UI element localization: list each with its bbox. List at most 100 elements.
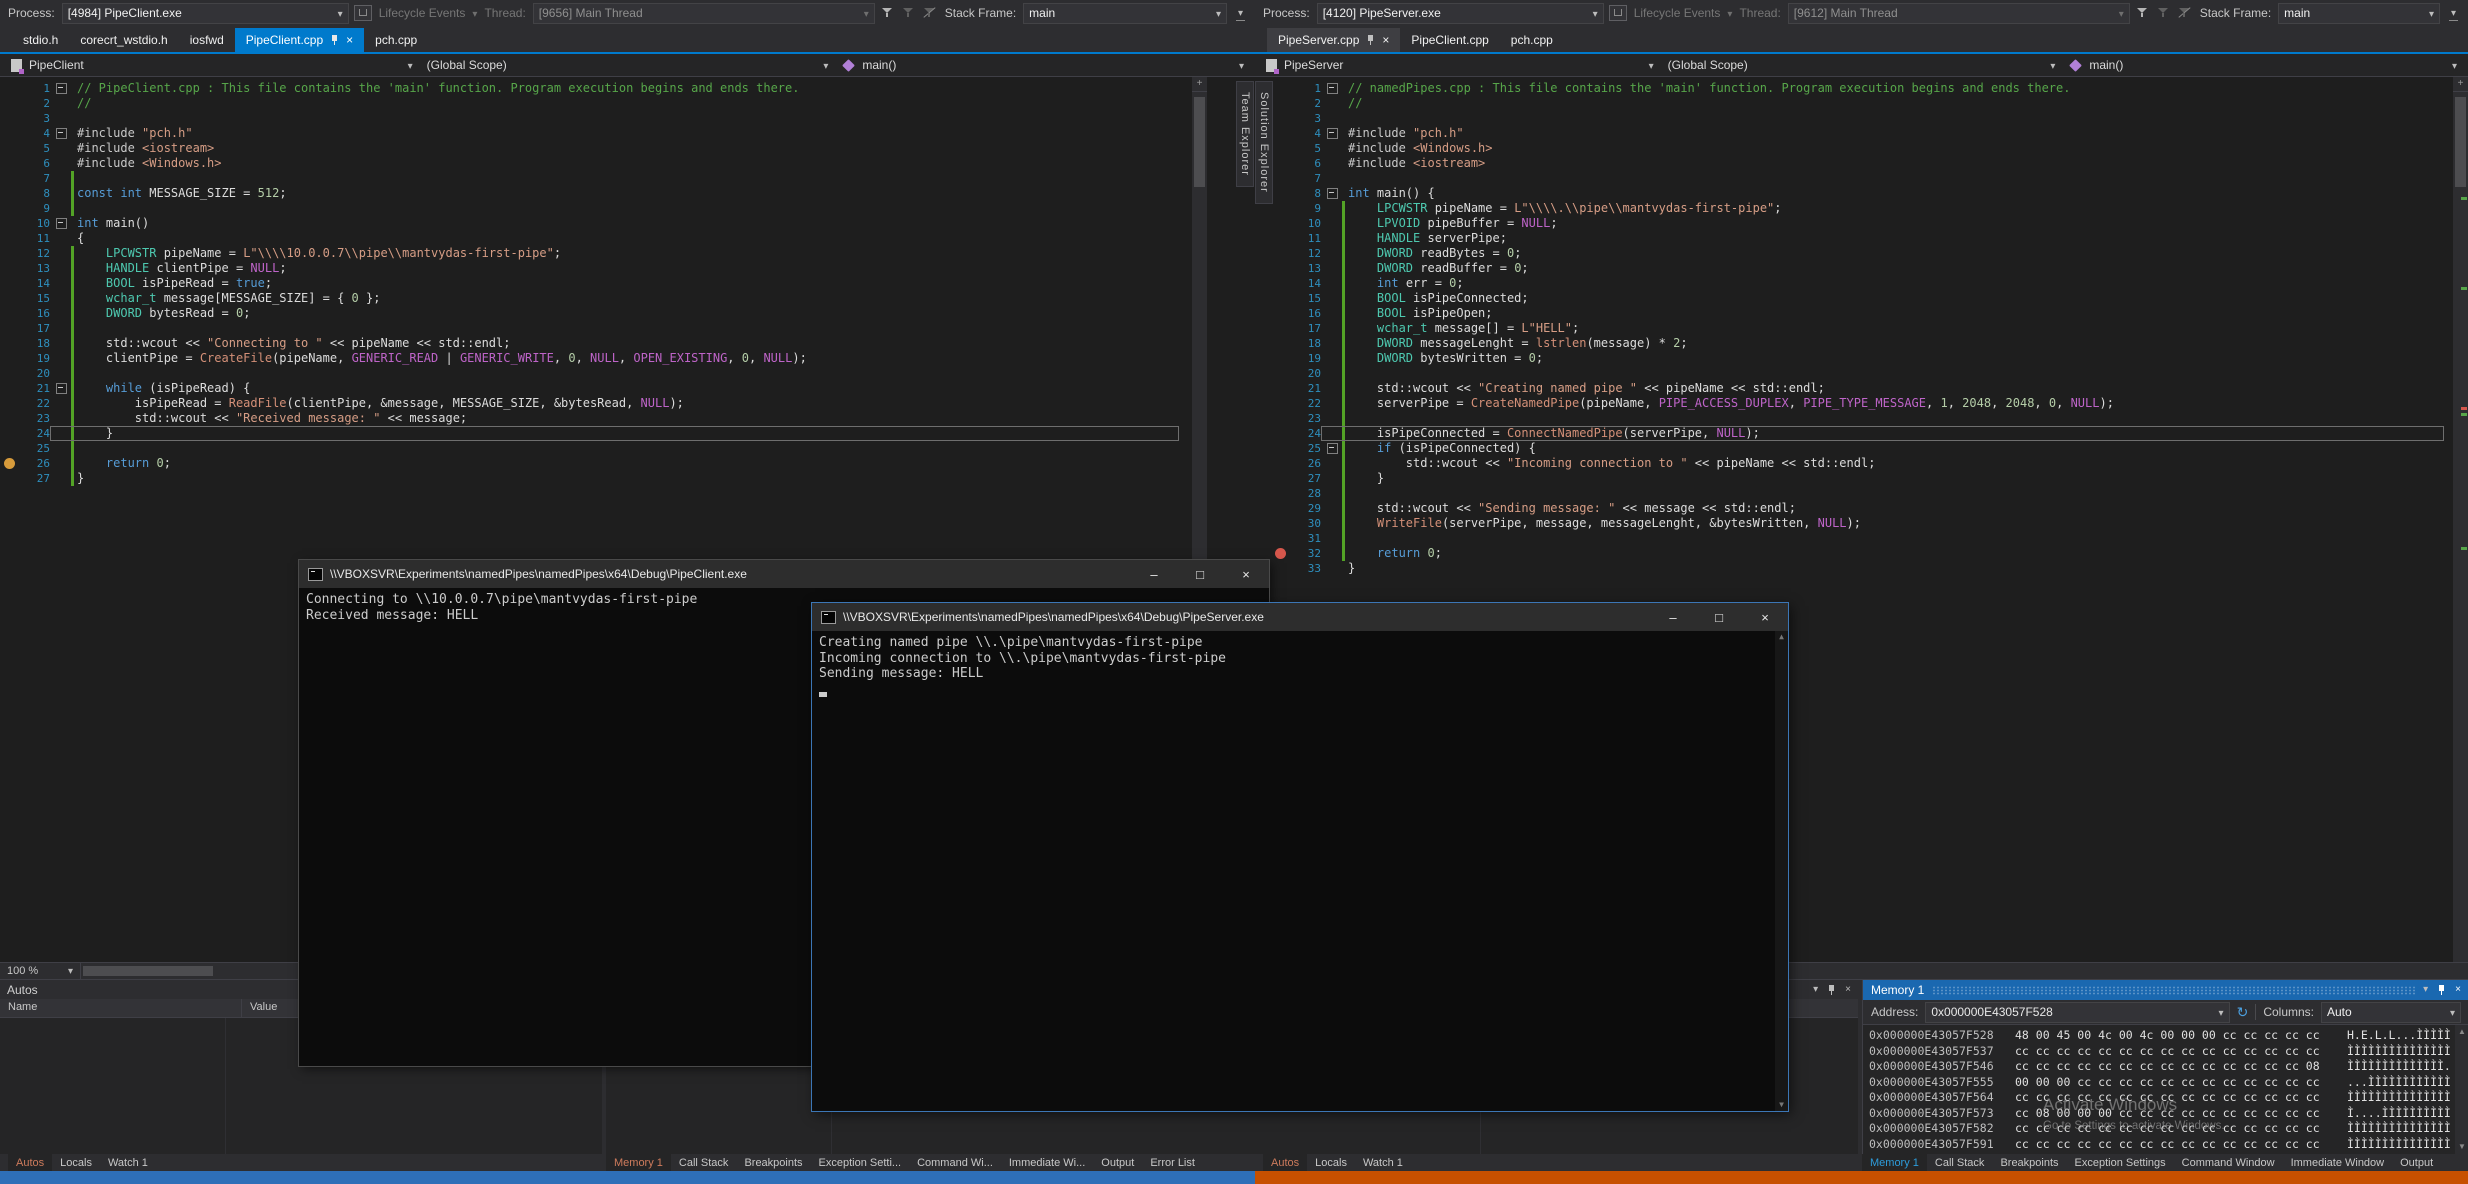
project-dropdown[interactable]: PipeClient bbox=[4, 55, 420, 75]
filter-threads-icon[interactable] bbox=[882, 7, 894, 19]
window-position-icon[interactable] bbox=[2423, 985, 2428, 995]
maximize-button[interactable] bbox=[1696, 603, 1742, 631]
process-dropdown[interactable]: [4984] PipeClient.exe bbox=[62, 3, 349, 24]
scrollbar-thumb[interactable] bbox=[83, 966, 213, 976]
glyph-margin[interactable] bbox=[0, 216, 18, 231]
fold-collapse-icon[interactable] bbox=[1327, 128, 1338, 139]
lifecycle-events-label[interactable]: Lifecycle Events bbox=[1632, 6, 1723, 20]
glyph-margin[interactable] bbox=[0, 186, 18, 201]
console-titlebar[interactable]: \\VBOXSVR\Experiments\namedPipes\namedPi… bbox=[299, 560, 1269, 588]
glyph-margin[interactable] bbox=[0, 381, 18, 396]
doc-tab[interactable]: PipeServer.cpp bbox=[1267, 28, 1400, 52]
lifecycle-events-icon[interactable] bbox=[1609, 5, 1627, 21]
glyph-margin[interactable] bbox=[0, 261, 18, 276]
glyph-margin[interactable] bbox=[1271, 426, 1289, 441]
window-position-icon[interactable] bbox=[1813, 985, 1818, 995]
tool-window-tab[interactable]: Memory 1 bbox=[606, 1154, 671, 1171]
tool-window-tab[interactable]: Locals bbox=[52, 1154, 100, 1171]
tool-window-tab[interactable]: Memory 1 bbox=[1862, 1154, 1927, 1171]
glyph-margin[interactable] bbox=[0, 351, 18, 366]
glyph-margin[interactable] bbox=[0, 426, 18, 441]
editor-vertical-scrollbar[interactable] bbox=[2453, 77, 2468, 962]
minimize-button[interactable] bbox=[1131, 560, 1177, 588]
fold-collapse-icon[interactable] bbox=[56, 128, 67, 139]
doc-tab[interactable]: stdio.h bbox=[12, 28, 69, 52]
toolbar-overflow-button[interactable] bbox=[2445, 6, 2462, 21]
glyph-margin[interactable] bbox=[0, 201, 18, 216]
glyph-margin[interactable] bbox=[0, 306, 18, 321]
suspend-filter-icon[interactable] bbox=[924, 7, 936, 19]
glyph-margin[interactable] bbox=[1271, 516, 1289, 531]
tool-window-tab[interactable]: Locals bbox=[1307, 1154, 1355, 1171]
glyph-margin[interactable] bbox=[0, 471, 18, 486]
glyph-margin[interactable] bbox=[0, 246, 18, 261]
glyph-margin[interactable] bbox=[0, 321, 18, 336]
tool-window-tab[interactable]: Output bbox=[2392, 1154, 2441, 1171]
zoom-dropdown[interactable]: 100 % bbox=[0, 963, 81, 979]
pin-icon[interactable] bbox=[1366, 34, 1375, 46]
tool-window-tab[interactable]: Call Stack bbox=[671, 1154, 737, 1171]
glyph-margin[interactable] bbox=[0, 141, 18, 156]
glyph-margin[interactable] bbox=[1271, 546, 1289, 561]
address-input[interactable]: 0x000000E43057F528 bbox=[1925, 1002, 2229, 1023]
glyph-margin[interactable] bbox=[1271, 231, 1289, 246]
fold-collapse-icon[interactable] bbox=[56, 383, 67, 394]
console-titlebar[interactable]: \\VBOXSVR\Experiments\namedPipes\namedPi… bbox=[812, 603, 1788, 631]
scrollbar-thumb[interactable] bbox=[2455, 97, 2466, 187]
stack-frame-dropdown[interactable]: main bbox=[2278, 3, 2440, 24]
glyph-margin[interactable] bbox=[1271, 186, 1289, 201]
suspend-filter-icon[interactable] bbox=[2179, 7, 2191, 19]
doc-tab[interactable]: pch.cpp bbox=[1500, 28, 1564, 52]
scroll-down-icon[interactable] bbox=[2458, 1143, 2466, 1151]
close-icon[interactable] bbox=[2455, 985, 2461, 995]
lifecycle-events-icon[interactable] bbox=[354, 5, 372, 21]
glyph-margin[interactable] bbox=[0, 231, 18, 246]
glyph-margin[interactable] bbox=[1271, 261, 1289, 276]
glyph-margin[interactable] bbox=[0, 411, 18, 426]
glyph-margin[interactable] bbox=[1271, 471, 1289, 486]
member-dropdown[interactable]: main() bbox=[835, 55, 1251, 75]
tool-window-tab[interactable]: Call Stack bbox=[1927, 1154, 1993, 1171]
close-icon[interactable] bbox=[346, 34, 353, 46]
console-output[interactable]: Creating named pipe \\.\pipe\mantvydas-f… bbox=[812, 631, 1788, 1111]
doc-tab[interactable]: PipeClient.cpp bbox=[1400, 28, 1499, 52]
glyph-margin[interactable] bbox=[1271, 81, 1289, 96]
glyph-margin[interactable] bbox=[1271, 126, 1289, 141]
doc-tab[interactable]: corecrt_wstdio.h bbox=[69, 28, 178, 52]
memory-scrollbar[interactable] bbox=[2455, 1025, 2468, 1154]
project-dropdown[interactable]: PipeServer bbox=[1259, 55, 1661, 75]
glyph-margin[interactable] bbox=[0, 441, 18, 456]
doc-tab[interactable]: PipeClient.cpp bbox=[235, 28, 364, 52]
glyph-margin[interactable] bbox=[1271, 246, 1289, 261]
split-editor-grip[interactable] bbox=[2453, 77, 2468, 92]
doc-tab[interactable]: iosfwd bbox=[179, 28, 235, 52]
glyph-margin[interactable] bbox=[0, 171, 18, 186]
tool-window-tab[interactable]: Command Window bbox=[2174, 1154, 2283, 1171]
glyph-margin[interactable] bbox=[1271, 306, 1289, 321]
pin-icon[interactable] bbox=[330, 34, 339, 46]
split-editor-grip[interactable] bbox=[1192, 77, 1207, 92]
breakpoint-icon[interactable] bbox=[1275, 548, 1286, 559]
tool-window-tab[interactable]: Exception Setti... bbox=[811, 1154, 910, 1171]
glyph-margin[interactable] bbox=[0, 126, 18, 141]
breakpoint-icon[interactable] bbox=[4, 458, 15, 469]
lifecycle-events-label[interactable]: Lifecycle Events bbox=[377, 6, 468, 20]
fold-collapse-icon[interactable] bbox=[56, 218, 67, 229]
glyph-margin[interactable] bbox=[0, 276, 18, 291]
glyph-margin[interactable] bbox=[0, 156, 18, 171]
refresh-icon[interactable] bbox=[2237, 1005, 2249, 1019]
fold-collapse-icon[interactable] bbox=[56, 83, 67, 94]
process-dropdown[interactable]: [4120] PipeServer.exe bbox=[1317, 3, 1604, 24]
tool-window-tab[interactable]: Error List bbox=[1142, 1154, 1203, 1171]
scroll-up-icon[interactable] bbox=[1779, 633, 1784, 641]
minimize-button[interactable] bbox=[1650, 603, 1696, 631]
thread-dropdown[interactable]: [9656] Main Thread bbox=[533, 3, 875, 24]
scroll-down-icon[interactable] bbox=[1779, 1101, 1784, 1109]
glyph-margin[interactable] bbox=[1271, 531, 1289, 546]
toolbar-overflow-button[interactable] bbox=[1232, 6, 1249, 21]
glyph-margin[interactable] bbox=[1271, 336, 1289, 351]
memory-panel-titlebar[interactable]: Memory 1 bbox=[1863, 980, 2468, 1000]
glyph-margin[interactable] bbox=[0, 291, 18, 306]
memory-grid[interactable]: 0x000000E43057F52848 00 45 00 4c 00 4c 0… bbox=[1863, 1025, 2468, 1154]
member-dropdown[interactable]: main() bbox=[2062, 55, 2464, 75]
